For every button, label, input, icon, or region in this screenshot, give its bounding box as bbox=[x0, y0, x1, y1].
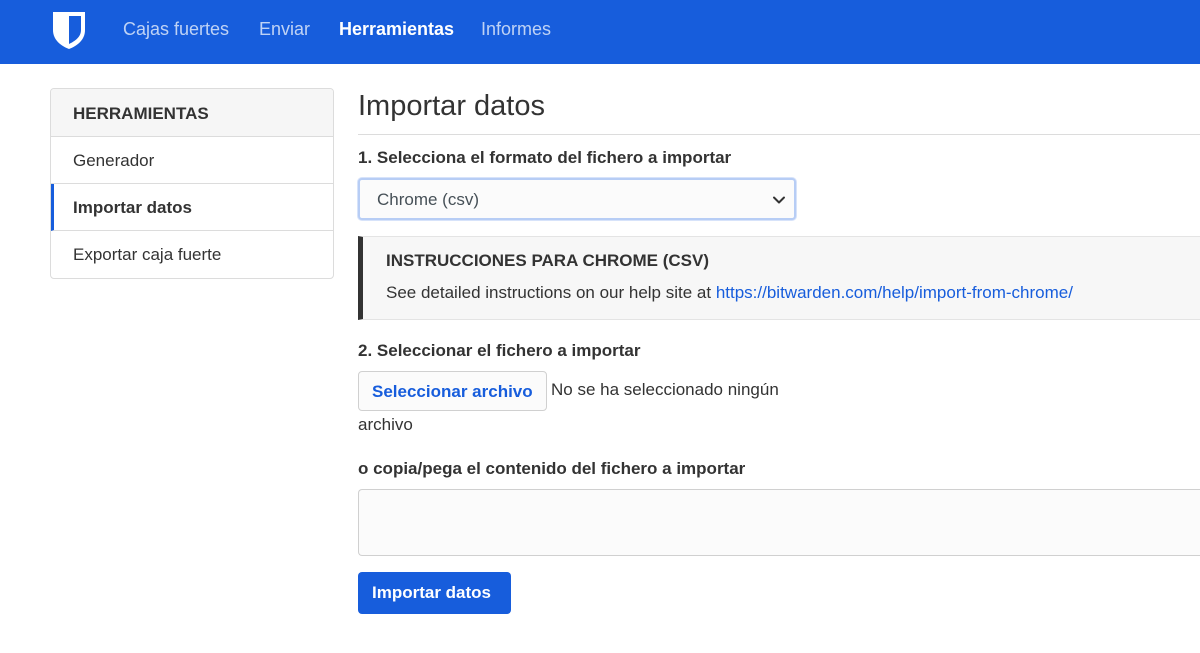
help-link[interactable]: https://bitwarden.com/help/import-from-c… bbox=[716, 283, 1073, 302]
file-status-text-wrap: archivo bbox=[358, 415, 413, 434]
choose-file-button[interactable]: Seleccionar archivo bbox=[358, 371, 547, 411]
page-title: Importar datos bbox=[358, 90, 545, 122]
chevron-down-icon bbox=[773, 196, 785, 204]
format-select[interactable]: Chrome (csv) bbox=[358, 178, 796, 220]
import-data-button[interactable]: Importar datos bbox=[358, 572, 511, 614]
title-divider bbox=[358, 134, 1200, 135]
top-navbar: Cajas fuertes Enviar Herramientas Inform… bbox=[0, 0, 1200, 64]
nav-reports[interactable]: Informes bbox=[481, 19, 551, 40]
format-select-value: Chrome (csv) bbox=[377, 190, 480, 209]
format-label: 1. Selecciona el formato del fichero a i… bbox=[358, 148, 732, 167]
nav-tools[interactable]: Herramientas bbox=[339, 19, 454, 40]
sidebar-item-export[interactable]: Exportar caja fuerte bbox=[51, 231, 333, 278]
file-status-text: No se ha seleccionado ningún bbox=[551, 380, 779, 399]
nav-vaults[interactable]: Cajas fuertes bbox=[123, 19, 229, 40]
paste-contents-textarea[interactable] bbox=[358, 489, 1200, 556]
file-label: 2. Seleccionar el fichero a importar bbox=[358, 341, 641, 360]
tools-sidebar: HERRAMIENTAS Generador Importar datos Ex… bbox=[50, 88, 334, 279]
sidebar-item-generator[interactable]: Generador bbox=[51, 137, 333, 184]
nav-send[interactable]: Enviar bbox=[259, 19, 310, 40]
instructions-title: INSTRUCCIONES PARA CHROME (CSV) bbox=[386, 251, 710, 270]
sidebar-item-import[interactable]: Importar datos bbox=[51, 184, 333, 231]
instructions-callout: INSTRUCCIONES PARA CHROME (CSV) See deta… bbox=[358, 236, 1200, 320]
sidebar-heading: HERRAMIENTAS bbox=[51, 89, 333, 137]
paste-label: o copia/pega el contenido del fichero a … bbox=[358, 459, 746, 478]
instructions-text: See detailed instructions on our help si… bbox=[386, 283, 1073, 302]
bitwarden-shield-icon[interactable] bbox=[50, 10, 88, 50]
